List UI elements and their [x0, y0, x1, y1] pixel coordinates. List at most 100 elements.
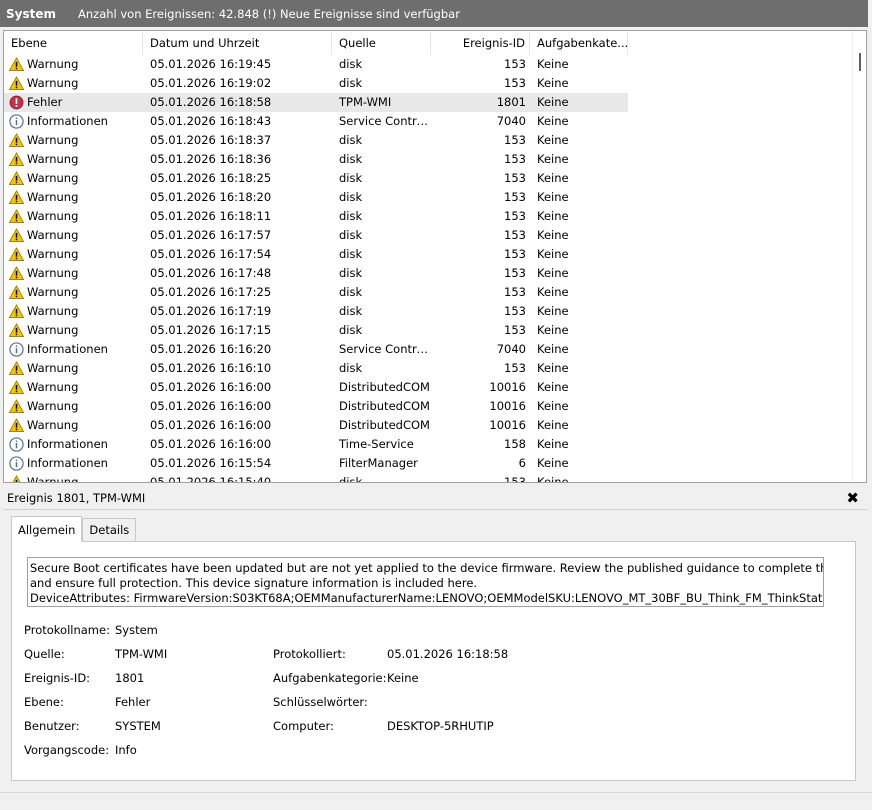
value-logged[interactable]: 05.01.2026 16:18:58	[387, 647, 508, 661]
event-datetime: 05.01.2026 16:16:00	[150, 399, 272, 413]
event-row[interactable]: Warnung 05.01.2026 16:19:45 disk 153 Keine	[4, 55, 854, 74]
event-row[interactable]: Warnung 05.01.2026 16:18:20 disk 153 Keine	[4, 188, 854, 207]
warning-icon	[9, 361, 27, 376]
event-datetime: 05.01.2026 16:17:19	[150, 304, 272, 318]
event-row[interactable]: Warnung 05.01.2026 16:16:00 DistributedCOM…	[4, 378, 854, 397]
general-tab-panel: Secure Boot certificates have been updat…	[11, 541, 856, 781]
event-row[interactable]: Warnung 05.01.2026 16:17:57 disk 153 Keine	[4, 226, 854, 245]
tab-details[interactable]: Details	[82, 518, 137, 542]
event-level: Warnung	[27, 361, 79, 375]
value-event-id[interactable]: 1801	[115, 671, 144, 685]
event-level-cell: Fehler	[4, 93, 143, 112]
event-row[interactable]: Warnung 05.01.2026 16:17:15 disk 153 Keine	[4, 321, 854, 340]
value-log-name[interactable]: System	[115, 623, 158, 637]
event-level: Warnung	[27, 228, 79, 242]
tab-general[interactable]: Allgemein	[11, 516, 83, 542]
event-row[interactable]: Informationen 05.01.2026 16:16:00 Time-Ser…	[4, 435, 854, 454]
event-level: Informationen	[27, 456, 108, 470]
event-description[interactable]: Secure Boot certificates have been updat…	[27, 557, 824, 607]
event-row[interactable]: Warnung 05.01.2026 16:16:00 DistributedCOM…	[4, 416, 854, 435]
value-opcode[interactable]: Info	[115, 743, 137, 757]
scrollbar-thumb[interactable]	[859, 53, 861, 71]
event-row[interactable]: Warnung 05.01.2026 16:15:40 disk 153 Keine	[4, 473, 854, 482]
event-task-category: Keine	[537, 399, 569, 413]
event-row[interactable]: Warnung 05.01.2026 16:17:54 disk 153 Keine	[4, 245, 854, 264]
event-list-header: Ebene Datum und Uhrzeit Quelle Ereignis-…	[4, 31, 854, 55]
event-level-cell: Informationen	[4, 340, 143, 359]
event-row[interactable]: Warnung 05.01.2026 16:17:25 disk 153 Keine	[4, 283, 854, 302]
event-level-cell: Informationen	[4, 435, 143, 454]
event-level: Warnung	[27, 285, 79, 299]
event-row[interactable]: Informationen 05.01.2026 16:15:54 FilterMa…	[4, 454, 854, 473]
error-icon	[9, 95, 27, 110]
event-row[interactable]: Warnung 05.01.2026 16:16:10 disk 153 Keine	[4, 359, 854, 378]
value-user[interactable]: SYSTEM	[115, 719, 161, 733]
info-icon	[9, 342, 27, 357]
value-source[interactable]: TPM-WMI	[115, 647, 167, 661]
event-source: disk	[339, 247, 363, 261]
event-datetime: 05.01.2026 16:18:43	[150, 114, 272, 128]
warning-icon	[9, 171, 27, 186]
warning-icon	[9, 152, 27, 167]
event-datetime: 05.01.2026 16:16:00	[150, 418, 272, 432]
value-computer[interactable]: DESKTOP-5RHUTIP	[387, 719, 494, 733]
event-row[interactable]: Warnung 05.01.2026 16:17:48 disk 153 Keine	[4, 264, 854, 283]
event-row[interactable]: Warnung 05.01.2026 16:16:00 DistributedCOM…	[4, 397, 854, 416]
event-row[interactable]: Warnung 05.01.2026 16:18:36 disk 153 Keine	[4, 150, 854, 169]
event-source: disk	[339, 285, 363, 299]
event-count[interactable]: Anzahl von Ereignissen: 42.848 (!) Neue …	[78, 7, 460, 21]
event-datetime: 05.01.2026 16:17:25	[150, 285, 272, 299]
event-level-cell: Warnung	[4, 359, 143, 378]
event-level-cell: Warnung	[4, 150, 143, 169]
event-id: 153	[504, 133, 526, 147]
event-id: 10016	[489, 399, 526, 413]
event-datetime: 05.01.2026 16:19:02	[150, 76, 272, 90]
value-task-category[interactable]: Keine	[387, 671, 419, 685]
event-row[interactable]: Fehler 05.01.2026 16:18:58 TPM-WMI 1801 Kein…	[4, 93, 628, 112]
event-level-cell: Warnung	[4, 74, 143, 93]
column-header-datetime[interactable]: Datum und Uhrzeit	[143, 31, 332, 55]
event-row[interactable]: Warnung 05.01.2026 16:18:11 disk 153 Keine	[4, 207, 854, 226]
event-datetime: 05.01.2026 16:15:40	[150, 475, 272, 482]
event-list[interactable]: Ebene Datum und Uhrzeit Quelle Ereignis-…	[3, 30, 867, 483]
label-user: Benutzer:	[24, 719, 80, 733]
column-header-task-category[interactable]: Aufgabenkate...	[530, 31, 628, 55]
event-level: Warnung	[27, 209, 79, 223]
event-task-category: Keine	[537, 285, 569, 299]
event-row[interactable]: Warnung 05.01.2026 16:19:02 disk 153 Keine	[4, 74, 854, 93]
column-header-source[interactable]: Quelle	[332, 31, 431, 55]
close-icon[interactable]: ✖	[846, 489, 859, 507]
event-source: disk	[339, 76, 363, 90]
label-log-name: Protokollname:	[24, 623, 110, 637]
event-datetime: 05.01.2026 16:18:11	[150, 209, 272, 223]
column-header-level[interactable]: Ebene	[4, 31, 143, 55]
event-row[interactable]: Warnung 05.01.2026 16:17:19 disk 153 Keine	[4, 302, 854, 321]
warning-icon	[9, 76, 27, 91]
event-row[interactable]: Informationen 05.01.2026 16:18:43 Service …	[4, 112, 854, 131]
event-id: 153	[504, 171, 526, 185]
event-id: 7040	[496, 342, 526, 356]
event-id: 153	[504, 57, 526, 71]
event-level-cell: Warnung	[4, 397, 143, 416]
event-task-category: Keine	[537, 76, 569, 90]
event-id: 1801	[496, 95, 526, 109]
event-list-scrollbar[interactable]	[852, 31, 866, 482]
event-row[interactable]: Warnung 05.01.2026 16:18:25 disk 153 Keine	[4, 169, 854, 188]
event-level: Warnung	[27, 247, 79, 261]
description-line: Secure Boot certificates have been updat…	[30, 561, 824, 575]
event-row[interactable]: Informationen 05.01.2026 16:16:20 Service …	[4, 340, 854, 359]
column-header-event-id[interactable]: Ereignis-ID	[431, 31, 530, 55]
value-level[interactable]: Fehler	[115, 695, 150, 709]
event-datetime: 05.01.2026 16:17:15	[150, 323, 272, 337]
event-source: DistributedCOM	[339, 399, 430, 413]
event-source: disk	[339, 209, 363, 223]
event-task-category: Keine	[537, 190, 569, 204]
event-task-category: Keine	[537, 342, 569, 356]
event-row[interactable]: Warnung 05.01.2026 16:18:37 disk 153 Keine	[4, 131, 854, 150]
event-source: disk	[339, 171, 363, 185]
event-source: disk	[339, 323, 363, 337]
event-level-cell: Warnung	[4, 264, 143, 283]
warning-icon	[9, 475, 27, 482]
warning-icon	[9, 380, 27, 395]
event-level-cell: Warnung	[4, 378, 143, 397]
